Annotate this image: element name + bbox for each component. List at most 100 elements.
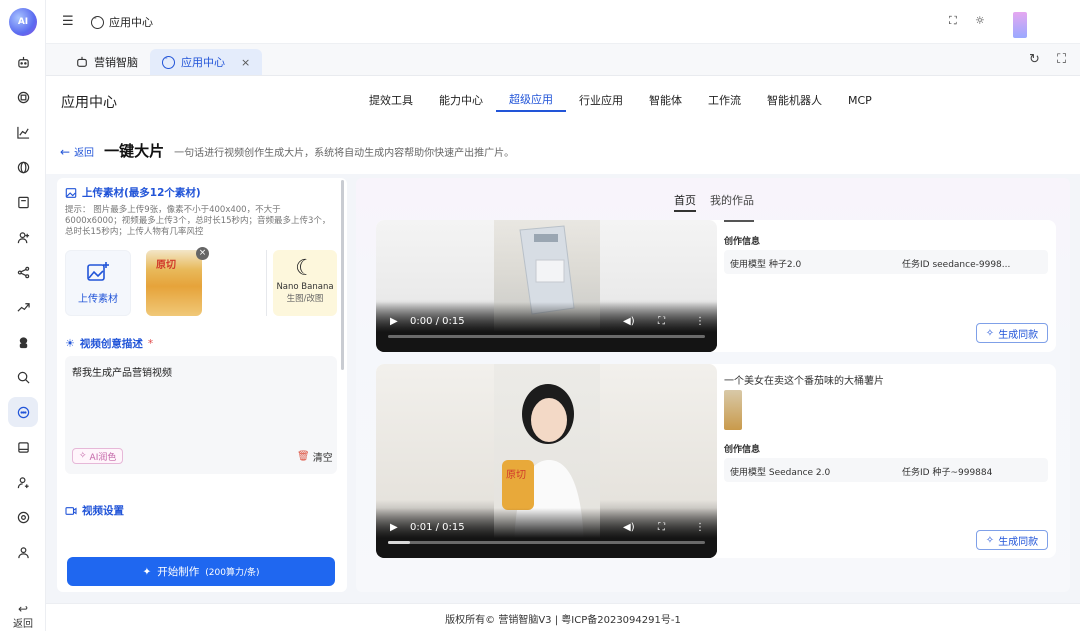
book-icon[interactable] <box>13 192 33 212</box>
nav-item[interactable]: 提效工具 <box>356 88 426 112</box>
video-player[interactable]: 原切 ▶ 0:01 / 0:15 ◀) ⛶ ⋮ <box>376 364 717 558</box>
chip-icon[interactable] <box>13 87 33 107</box>
calendar-icon[interactable] <box>13 437 33 457</box>
breadcrumb: 应用中心 <box>91 14 153 30</box>
back-link[interactable]: ← 返回 <box>60 144 94 159</box>
more-icon[interactable]: ⋮ <box>695 522 705 533</box>
play-icon[interactable]: ▶ <box>390 316 398 327</box>
video-icon <box>65 506 77 515</box>
work-info: 创作信息 使用模型 种子2.0 任务ID seedance-9998... ✧ … <box>724 220 1050 352</box>
desc-section-title: ☀ 视频创意描述 * <box>65 336 153 351</box>
tab-app-center[interactable]: 应用中心 × <box>150 49 263 75</box>
add-image-icon <box>87 262 109 281</box>
info-row: 使用模型 Seedance 2.0 任务ID 种子~999884 <box>724 458 1048 482</box>
tabs-row: 营销智脑 应用中心 × ↻ ⛶ <box>46 44 1080 76</box>
tab-my-works[interactable]: 我的作品 <box>710 192 754 212</box>
nano-banana-tool[interactable]: ☾ Nano Banana 生图/改图 <box>273 250 337 316</box>
tab-label: 营销智脑 <box>94 56 138 69</box>
generate-label: 生成同款 <box>998 536 1039 548</box>
tab-marketing-brain[interactable]: 营销智脑 <box>64 49 150 75</box>
video-description-input[interactable]: 帮我生成产品营销视频 ✧ AI润色 🗑 清空 <box>65 356 337 474</box>
refresh-icon[interactable]: ↻ <box>1029 52 1040 67</box>
target-icon[interactable] <box>13 507 33 527</box>
remove-image-icon[interactable]: × <box>196 247 209 260</box>
fullscreen-icon[interactable]: ⛶ <box>949 14 957 28</box>
model-info: 使用模型 Seedance 2.0 <box>730 468 831 478</box>
thumb-strip <box>724 220 754 222</box>
info-label: 创作信息 <box>724 237 761 247</box>
bulb-icon: ☀ <box>65 337 75 350</box>
menu-toggle-icon[interactable]: ☰ <box>62 14 74 29</box>
scrollbar[interactable] <box>341 180 344 370</box>
work-info: 一个美女在卖这个番茄味的大桶薯片 创作信息 使用模型 Seedance 2.0 … <box>724 364 1050 558</box>
svg-text:原切: 原切 <box>506 469 526 481</box>
globe-icon[interactable] <box>13 157 33 177</box>
app-logo[interactable]: AI <box>9 8 37 36</box>
share-icon[interactable] <box>13 262 33 282</box>
info-label: 创作信息 <box>724 445 761 455</box>
feature-subtitle: 一句话进行视频创作生成大片，系统将自动生成内容帮助你快速产出推广片。 <box>174 148 515 159</box>
volume-icon[interactable]: ◀) <box>623 316 635 327</box>
upload-hint: 提示： 图片最多上传9张，像素不小于400x400，不大于6000x6000；视… <box>65 205 331 237</box>
nav-item[interactable]: 行业应用 <box>566 88 636 112</box>
settings-section-title[interactable]: 视频设置 <box>65 503 124 518</box>
divider <box>266 250 267 316</box>
user-plus-icon[interactable] <box>13 472 33 492</box>
start-cost: (200算力/条) <box>205 568 260 578</box>
video-time: 0:01 / 0:15 <box>410 522 465 533</box>
required-mark: * <box>147 337 154 350</box>
generate-similar-button[interactable]: ✧ 生成同款 <box>976 530 1048 550</box>
robot-icon <box>77 56 87 67</box>
nav-item-active[interactable]: 超级应用 <box>496 88 566 112</box>
tab-home[interactable]: 首页 <box>674 192 696 212</box>
clear-button[interactable]: 🗑 清空 <box>297 449 333 464</box>
fullscreen-icon[interactable]: ⛶ <box>1057 52 1066 67</box>
settings-title: 视频设置 <box>82 505 124 517</box>
left-rail: AI ↩ 返回 <box>0 0 46 631</box>
search-globe-icon[interactable] <box>13 367 33 387</box>
bot-icon[interactable] <box>13 332 33 352</box>
page-header: 应用中心 提效工具 能力中心 超级应用 行业应用 智能体 工作流 智能机器人 M… <box>46 76 1080 174</box>
ai-polish-button[interactable]: ✧ AI润色 <box>72 448 124 464</box>
nav-item[interactable]: 工作流 <box>695 88 754 112</box>
top-bar: ☰ 应用中心 ⛶ ☼ <box>46 0 1080 44</box>
nav-item[interactable]: 智能机器人 <box>754 88 835 112</box>
fullscreen-icon[interactable]: ⛶ <box>658 316 665 327</box>
video-progress[interactable] <box>388 541 705 544</box>
back-button[interactable]: ↩ 返回 <box>0 603 46 630</box>
uploaded-image-thumb[interactable]: 原切 <box>146 250 202 316</box>
start-label: 开始制作 <box>157 566 200 578</box>
breadcrumb-title: 应用中心 <box>109 16 153 29</box>
page-title: 应用中心 <box>61 95 117 111</box>
sparkle-icon: ✧ <box>79 451 87 461</box>
user-add-icon[interactable] <box>13 227 33 247</box>
avatar[interactable] <box>1013 12 1027 38</box>
works-tabs: 首页 我的作品 <box>674 192 754 212</box>
user-icon[interactable] <box>13 542 33 562</box>
video-progress-fill <box>388 541 411 544</box>
more-icon[interactable]: ⋮ <box>695 316 705 327</box>
nano-title: Nano Banana <box>276 282 334 292</box>
close-icon[interactable]: × <box>241 56 250 69</box>
start-create-button[interactable]: ✦ 开始制作 (200算力/条) <box>67 557 335 586</box>
robot-icon[interactable] <box>13 52 33 72</box>
trend-icon[interactable] <box>13 297 33 317</box>
upload-section-title: 上传素材(最多12个素材) <box>65 185 201 200</box>
video-progress[interactable] <box>388 335 705 338</box>
video-player[interactable]: ▶ 0:00 / 0:15 ◀) ⛶ ⋮ <box>376 220 717 352</box>
upload-button[interactable]: 上传素材 <box>65 250 131 316</box>
back-arrow-icon: ↩ <box>17 602 29 616</box>
app-center-icon[interactable] <box>8 397 38 427</box>
theme-sun-icon[interactable]: ☼ <box>975 14 985 27</box>
play-icon[interactable]: ▶ <box>390 522 398 533</box>
generate-similar-button[interactable]: ✧ 生成同款 <box>976 323 1048 343</box>
source-image-thumb[interactable] <box>724 390 742 430</box>
work-card: 原切 ▶ 0:01 / 0:15 ◀) ⛶ ⋮ 一个美女在卖这个番茄味的大桶薯片… <box>376 364 1056 558</box>
fullscreen-icon[interactable]: ⛶ <box>658 522 665 533</box>
nav-item[interactable]: 智能体 <box>636 88 695 112</box>
nav-item[interactable]: MCP <box>835 88 885 112</box>
volume-icon[interactable]: ◀) <box>623 522 635 533</box>
chart-icon[interactable] <box>13 122 33 142</box>
nav-item[interactable]: 能力中心 <box>426 88 496 112</box>
work-card: ▶ 0:00 / 0:15 ◀) ⛶ ⋮ 创作信息 使用模型 种子2.0 任务I… <box>376 220 1056 352</box>
